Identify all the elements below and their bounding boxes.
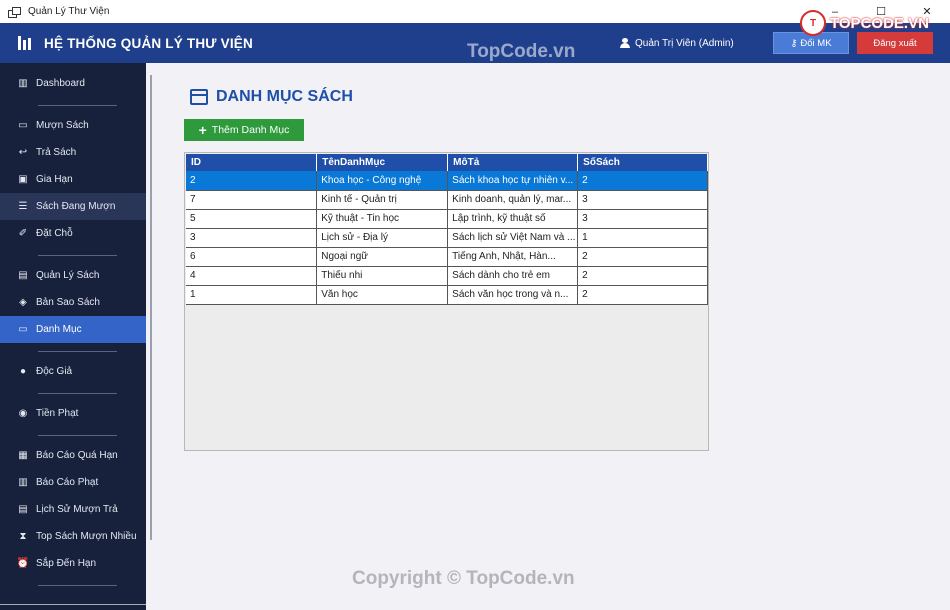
user-name: Quản Trị Viên (Admin) (635, 37, 734, 49)
table-row[interactable]: 1 Văn học Sách văn học trong và n... 2 (186, 285, 708, 305)
folder-icon: ▭ (18, 324, 28, 335)
page-header: DANH MỤC SÁCH (190, 88, 353, 106)
library-icon (18, 36, 34, 50)
sidebar-item-reserve[interactable]: ✐ Đặt Chỗ (0, 220, 146, 247)
sidebar-scrollbar[interactable] (150, 75, 152, 540)
user-icon: ● (19, 366, 27, 377)
report-icon: ▦ (18, 450, 28, 461)
extend-icon: ▣ (18, 174, 28, 185)
topcode-logo: T TOPCODE.VN (800, 10, 929, 36)
sidebar-item-copies[interactable]: ◈ Bản Sao Sách (0, 289, 146, 316)
watermark-top: TopCode.vn (467, 41, 576, 62)
table-row[interactable]: 3 Lịch sử - Địa lý Sách lịch sử Việt Nam… (186, 228, 708, 248)
hourglass-icon: ⧗ (19, 531, 27, 542)
sidebar-item-borrow[interactable]: ▭ Mượn Sách (0, 112, 146, 139)
sidebar-item-due-soon[interactable]: ⏰ Sắp Đến Hạn (0, 550, 146, 577)
sidebar-item-readers[interactable]: ● Độc Giả (0, 358, 146, 385)
history-icon: ▤ (18, 504, 28, 515)
box-icon: ◈ (19, 297, 27, 308)
column-header-description[interactable]: MôTả (447, 154, 579, 171)
sidebar-item-return[interactable]: ↩ Trả Sách (0, 139, 146, 166)
table-row[interactable]: 6 Ngoại ngữ Tiếng Anh, Nhật, Hàn... 2 (186, 247, 708, 267)
add-category-button[interactable]: + Thêm Danh Mục (184, 119, 304, 141)
alarm-icon: ⏰ (16, 558, 30, 569)
sidebar-item-history[interactable]: ▤ Lịch Sử Mượn Trả (0, 496, 146, 523)
book-icon: ▭ (18, 120, 28, 131)
column-header-id[interactable]: ID (186, 154, 318, 171)
logo-badge-icon: T (800, 10, 826, 36)
categories-grid[interactable]: ID TênDanhMục MôTả SốSách 2 Khoa học - C… (184, 152, 709, 451)
window-title: Quản Lý Thư Viện (28, 6, 110, 17)
table-row[interactable]: 5 Kỹ thuật - Tin học Lập trình, kỹ thuật… (186, 209, 708, 229)
sidebar-item-extend[interactable]: ▣ Gia Hạn (0, 166, 146, 193)
pin-icon: ✐ (18, 228, 28, 239)
table-header-row: ID TênDanhMục MôTả SốSách (186, 154, 708, 171)
sidebar-divider (38, 393, 117, 394)
sidebar-item-top-books[interactable]: ⧗ Top Sách Mượn Nhiều (0, 523, 146, 550)
page-title: DANH MỤC SÁCH (216, 88, 353, 105)
return-icon: ↩ (18, 147, 28, 158)
app-title: HỆ THỐNG QUẢN LÝ THƯ VIỆN (44, 35, 253, 51)
sidebar-item-fine-report[interactable]: ▥ Báo Cáo Phạt (0, 469, 146, 496)
key-icon: ⚷ (790, 37, 798, 49)
sidebar-divider (38, 105, 117, 106)
sidebar-divider (38, 435, 117, 436)
money-icon: ◉ (18, 408, 28, 419)
plus-icon: + (198, 122, 207, 138)
sidebar-item-manage-books[interactable]: ▤ Quản Lý Sách (0, 262, 146, 289)
chart-icon: ▥ (18, 477, 28, 488)
user-icon (620, 38, 630, 48)
list-icon: ☰ (18, 201, 28, 212)
sidebar-item-dashboard[interactable]: ▥ Dashboard (0, 70, 146, 97)
sidebar-divider (38, 255, 117, 256)
sidebar-divider (38, 351, 117, 352)
categories-table: ID TênDanhMục MôTả SốSách 2 Khoa học - C… (186, 154, 708, 305)
table-row[interactable]: 2 Khoa học - Công nghệ Sách khoa học tự … (186, 171, 708, 191)
sidebar-divider (38, 585, 117, 586)
folder-icon (190, 89, 208, 105)
sidebar-item-categories[interactable]: ▭ Danh Mục (0, 316, 146, 343)
watermark-bottom: Copyright © TopCode.vn (352, 568, 575, 589)
table-row[interactable]: 7 Kinh tế - Quản trị Kinh doanh, quản lý… (186, 190, 708, 210)
books-icon: ▤ (18, 270, 28, 281)
chart-icon: ▥ (18, 78, 28, 89)
table-row[interactable]: 4 Thiếu nhi Sách dành cho trẻ em 2 (186, 266, 708, 286)
app-icon (8, 6, 21, 18)
sidebar-item-overdue-report[interactable]: ▦ Báo Cáo Quá Hạn (0, 442, 146, 469)
current-user: Quản Trị Viên (Admin) (620, 23, 734, 63)
sidebar-bottom-line (0, 604, 146, 605)
column-header-count[interactable]: SốSách (577, 154, 708, 171)
sidebar-item-fines[interactable]: ◉ Tiền Phạt (0, 400, 146, 427)
sidebar-item-borrowing[interactable]: ☰ Sách Đang Mượn (0, 193, 146, 220)
column-header-name[interactable]: TênDanhMục (316, 154, 449, 171)
